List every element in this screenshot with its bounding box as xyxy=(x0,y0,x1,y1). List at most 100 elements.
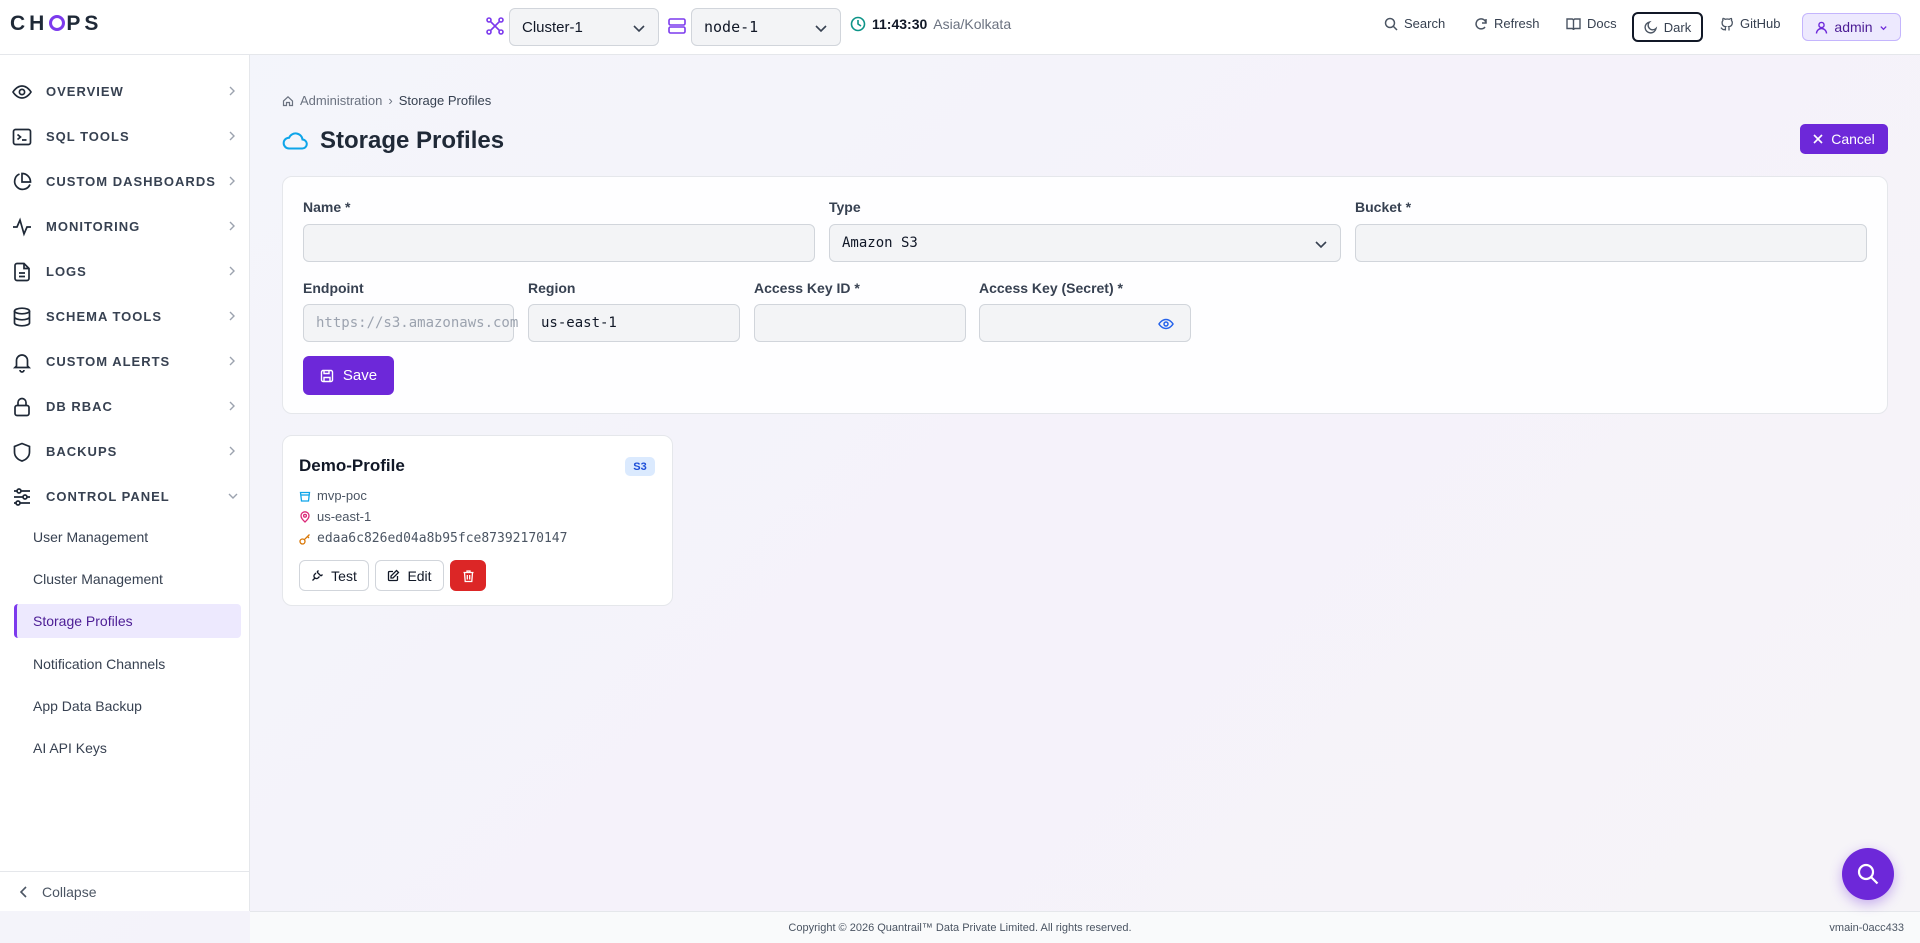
clock-time: 11:43:30 xyxy=(872,16,928,32)
edit-icon xyxy=(388,569,400,582)
cluster-select[interactable]: Cluster-1 xyxy=(509,8,659,46)
sidebar-subitem-user-management[interactable]: User Management xyxy=(14,520,241,554)
sidebar-item-label: OVERVIEW xyxy=(46,83,124,99)
close-icon xyxy=(1813,134,1823,144)
chevron-right-icon xyxy=(229,131,235,141)
endpoint-label: Endpoint xyxy=(303,280,364,296)
sidebar-item-label: LOGS xyxy=(46,263,87,279)
sidebar-item-label: SCHEMA TOOLS xyxy=(46,308,163,324)
sidebar-item-logs[interactable]: LOGS xyxy=(0,254,250,288)
bucket-icon xyxy=(299,491,311,502)
terminal-icon xyxy=(12,128,32,146)
access-key-secret-input[interactable] xyxy=(979,304,1191,342)
chevron-down-icon xyxy=(1315,241,1327,249)
sidebar-item-label: BACKUPS xyxy=(46,443,118,459)
sidebar-item-monitoring[interactable]: MONITORING xyxy=(0,209,250,243)
name-input[interactable] xyxy=(303,224,815,262)
sidebar: OVERVIEW SQL TOOLS CUSTOM DASHBOARDS MON… xyxy=(0,55,250,911)
name-label: Name * xyxy=(303,199,351,215)
chevron-right-icon xyxy=(229,401,235,411)
edit-button[interactable]: Edit xyxy=(375,560,444,591)
sidebar-subitem-label: Storage Profiles xyxy=(33,613,133,629)
moon-icon xyxy=(1644,20,1657,34)
profile-type-badge: S3 xyxy=(625,457,655,476)
github-label: GitHub xyxy=(1740,16,1781,31)
github-button[interactable]: GitHub xyxy=(1720,16,1780,31)
home-icon xyxy=(282,95,294,106)
breadcrumb-current: Storage Profiles xyxy=(398,93,492,108)
sidebar-item-custom-dashboards[interactable]: CUSTOM DASHBOARDS xyxy=(0,164,250,198)
delete-button[interactable] xyxy=(450,560,486,591)
search-button[interactable]: Search xyxy=(1384,16,1445,31)
sidebar-item-custom-alerts[interactable]: CUSTOM ALERTS xyxy=(0,344,250,378)
sidebar-item-overview[interactable]: OVERVIEW xyxy=(0,74,250,108)
save-label: Save xyxy=(342,367,378,384)
app-logo[interactable]: CH PS xyxy=(10,12,102,36)
footer: Copyright © 2026 Quantrail™ Data Private… xyxy=(250,911,1920,943)
sidebar-item-label: CUSTOM ALERTS xyxy=(46,353,171,369)
sidebar-subitem-label: AI API Keys xyxy=(33,740,107,756)
save-button[interactable]: Save xyxy=(303,356,394,395)
sidebar-item-sql-tools[interactable]: SQL TOOLS xyxy=(0,119,250,153)
node-select-value: node-1 xyxy=(704,18,759,36)
sidebar-subitem-ai-api-keys[interactable]: AI API Keys xyxy=(14,731,241,765)
user-label: admin xyxy=(1834,19,1873,35)
breadcrumb-separator: › xyxy=(388,93,393,108)
theme-toggle-button[interactable]: Dark xyxy=(1632,12,1703,42)
sidebar-item-control-panel[interactable]: CONTROL PANEL xyxy=(0,479,250,513)
docs-button[interactable]: Docs xyxy=(1566,16,1617,31)
copyright-text: Copyright © 2026 Quantrail™ Data Private… xyxy=(788,922,1132,934)
test-button[interactable]: Test xyxy=(299,560,369,591)
profile-bucket: mvp-poc xyxy=(299,488,367,503)
access-key-id-input[interactable] xyxy=(754,304,966,342)
github-icon xyxy=(1720,17,1733,30)
cancel-button[interactable]: Cancel xyxy=(1800,124,1888,154)
test-label: Test xyxy=(331,567,357,584)
sidebar-subitem-cluster-management[interactable]: Cluster Management xyxy=(14,562,241,596)
type-select-value: Amazon S3 xyxy=(842,235,918,251)
chevron-right-icon xyxy=(229,221,235,231)
cancel-label: Cancel xyxy=(1831,131,1875,147)
chevron-right-icon xyxy=(229,176,235,186)
eye-icon[interactable] xyxy=(1158,317,1174,331)
book-icon xyxy=(1566,17,1581,30)
trash-icon xyxy=(463,569,473,582)
chevron-down-icon xyxy=(633,25,645,33)
type-select[interactable]: Amazon S3 xyxy=(829,224,1341,262)
file-text-icon xyxy=(14,262,30,282)
region-input[interactable]: us-east-1 xyxy=(528,304,740,342)
user-menu-button[interactable]: admin xyxy=(1802,13,1901,41)
sidebar-item-label: SQL TOOLS xyxy=(46,128,130,144)
collapse-sidebar-button[interactable]: Collapse xyxy=(0,871,250,911)
sidebar-item-db-rbac[interactable]: DB RBAC xyxy=(0,389,250,423)
map-pin-icon xyxy=(300,510,310,523)
floating-search-button[interactable] xyxy=(1842,848,1894,900)
top-bar: CH PS Cluster-1 node-1 11:43:30 Asia/Kolk… xyxy=(0,0,1920,55)
sidebar-item-schema-tools[interactable]: SCHEMA TOOLS xyxy=(0,299,250,333)
profile-region: us-east-1 xyxy=(299,509,371,524)
chevron-right-icon xyxy=(229,266,235,276)
bucket-input[interactable] xyxy=(1355,224,1867,262)
chevron-down-icon xyxy=(1879,25,1887,30)
sidebar-subitem-app-data-backup[interactable]: App Data Backup xyxy=(14,689,241,723)
storage-profile-form: Name * Type Amazon S3 Bucket * Endpoint … xyxy=(282,176,1888,414)
breadcrumb: Administration › Storage Profiles xyxy=(282,93,491,108)
node-select[interactable]: node-1 xyxy=(691,8,841,46)
lock-icon xyxy=(14,397,30,417)
chevron-down-icon xyxy=(228,493,238,499)
sidebar-subitem-notification-channels[interactable]: Notification Channels xyxy=(14,647,241,681)
edit-label: Edit xyxy=(407,567,432,584)
profile-bucket-value: mvp-poc xyxy=(317,488,367,503)
bucket-label: Bucket * xyxy=(1355,199,1412,215)
sidebar-subitem-storage-profiles[interactable]: Storage Profiles xyxy=(14,604,241,638)
clock: 11:43:30 Asia/Kolkata xyxy=(850,16,1011,32)
sidebar-item-backups[interactable]: BACKUPS xyxy=(0,434,250,468)
pie-chart-icon xyxy=(13,172,32,191)
shield-icon xyxy=(13,442,31,462)
refresh-button[interactable]: Refresh xyxy=(1474,16,1540,31)
endpoint-input[interactable]: https://s3.amazonaws.com xyxy=(303,304,518,342)
access-key-id-label: Access Key ID * xyxy=(754,280,860,296)
breadcrumb-parent-link[interactable]: Administration xyxy=(300,93,382,108)
profile-key-id: edaa6c826ed04a8b95fce87392170147 xyxy=(299,531,567,546)
version-text: vmain-0acc433 xyxy=(1829,922,1904,934)
